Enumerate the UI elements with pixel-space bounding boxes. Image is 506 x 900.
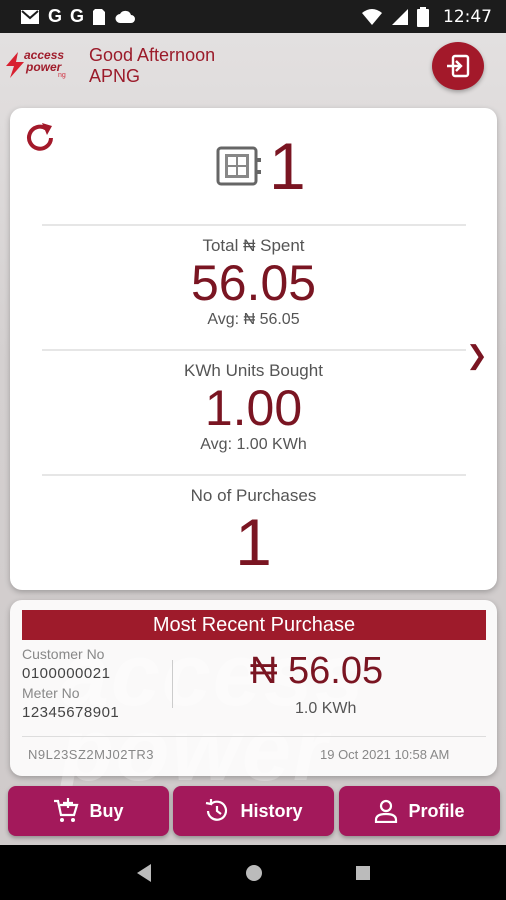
profile-button[interactable]: Profile bbox=[339, 786, 500, 836]
recent-purchase-title: Most Recent Purchase bbox=[22, 610, 486, 640]
divider bbox=[42, 224, 466, 226]
greeting: Good Afternoon APNG bbox=[89, 45, 215, 87]
profile-label: Profile bbox=[408, 800, 465, 821]
google-icon: G bbox=[70, 6, 85, 26]
person-icon bbox=[375, 799, 398, 823]
cart-icon bbox=[54, 798, 79, 822]
recents-icon[interactable] bbox=[355, 865, 371, 881]
meter-number: 12345678901 bbox=[22, 704, 120, 721]
refresh-icon[interactable] bbox=[22, 120, 58, 156]
kwh-avg: Avg: 1.00 KWh bbox=[200, 436, 307, 453]
total-spent-avg: Avg: ₦ 56.05 bbox=[207, 311, 300, 328]
sim-icon bbox=[93, 8, 106, 25]
greeting-text: Good Afternoon bbox=[89, 45, 216, 65]
status-bar: G G 12:47 bbox=[0, 0, 506, 33]
kwh-label: KWh Units Bought bbox=[184, 361, 323, 380]
purchase-kwh: 1.0 KWh bbox=[295, 700, 357, 717]
cloud-icon bbox=[115, 10, 136, 23]
back-icon[interactable] bbox=[135, 863, 153, 883]
google-icon: G bbox=[48, 6, 63, 26]
app-logo: access power ng bbox=[4, 48, 74, 88]
home-icon[interactable] bbox=[244, 863, 264, 883]
history-button[interactable]: History bbox=[173, 786, 334, 836]
transaction-reference: N9L23SZ2MJ02TR3 bbox=[28, 747, 154, 762]
kwh-value: 1.00 bbox=[204, 380, 303, 436]
divider bbox=[42, 474, 466, 476]
purchases-value: 1 bbox=[235, 505, 272, 579]
signal-icon bbox=[392, 8, 408, 25]
meter-summary: 1 bbox=[215, 133, 306, 199]
history-icon bbox=[206, 799, 228, 821]
meter-label: Meter No bbox=[22, 685, 80, 701]
purchase-amount: ₦ 56.05 bbox=[250, 650, 384, 692]
clock: 12:47 bbox=[443, 6, 492, 27]
purchases-stat: No of Purchases 1 bbox=[10, 486, 497, 579]
customer-number: 0100000021 bbox=[22, 665, 111, 682]
total-spent-label: Total ₦ Spent bbox=[202, 236, 305, 255]
username: APNG bbox=[89, 66, 141, 86]
buy-button[interactable]: Buy bbox=[8, 786, 169, 836]
purchases-label: No of Purchases bbox=[190, 486, 317, 505]
kwh-stat: KWh Units Bought 1.00 Avg: 1.00 KWh bbox=[10, 361, 497, 454]
vertical-divider bbox=[172, 660, 173, 708]
customer-label: Customer No bbox=[22, 646, 105, 662]
meter-count: 1 bbox=[269, 129, 306, 203]
history-label: History bbox=[240, 800, 303, 821]
bottom-nav: Buy History Profile bbox=[0, 782, 506, 840]
system-nav-bar bbox=[0, 845, 506, 900]
meter-icon bbox=[216, 146, 261, 186]
buy-label: Buy bbox=[89, 800, 124, 821]
total-spent-value: 56.05 bbox=[190, 255, 317, 311]
total-spent-stat: Total ₦ Spent 56.05 Avg: ₦ 56.05 bbox=[10, 236, 497, 329]
battery-icon bbox=[417, 6, 429, 27]
logout-icon bbox=[447, 54, 470, 78]
purchase-date: 19 Oct 2021 10:58 AM bbox=[320, 747, 450, 762]
lightning-icon bbox=[6, 52, 24, 78]
stats-card: 1 Total ₦ Spent 56.05 Avg: ₦ 56.05 ❯ KWh… bbox=[10, 108, 497, 590]
mail-icon bbox=[21, 9, 39, 24]
recent-purchase-card[interactable]: Most Recent Purchase Customer No 0100000… bbox=[10, 600, 497, 776]
logout-button[interactable] bbox=[432, 42, 484, 90]
divider bbox=[22, 736, 486, 737]
wifi-icon bbox=[362, 8, 382, 25]
divider bbox=[42, 349, 466, 351]
